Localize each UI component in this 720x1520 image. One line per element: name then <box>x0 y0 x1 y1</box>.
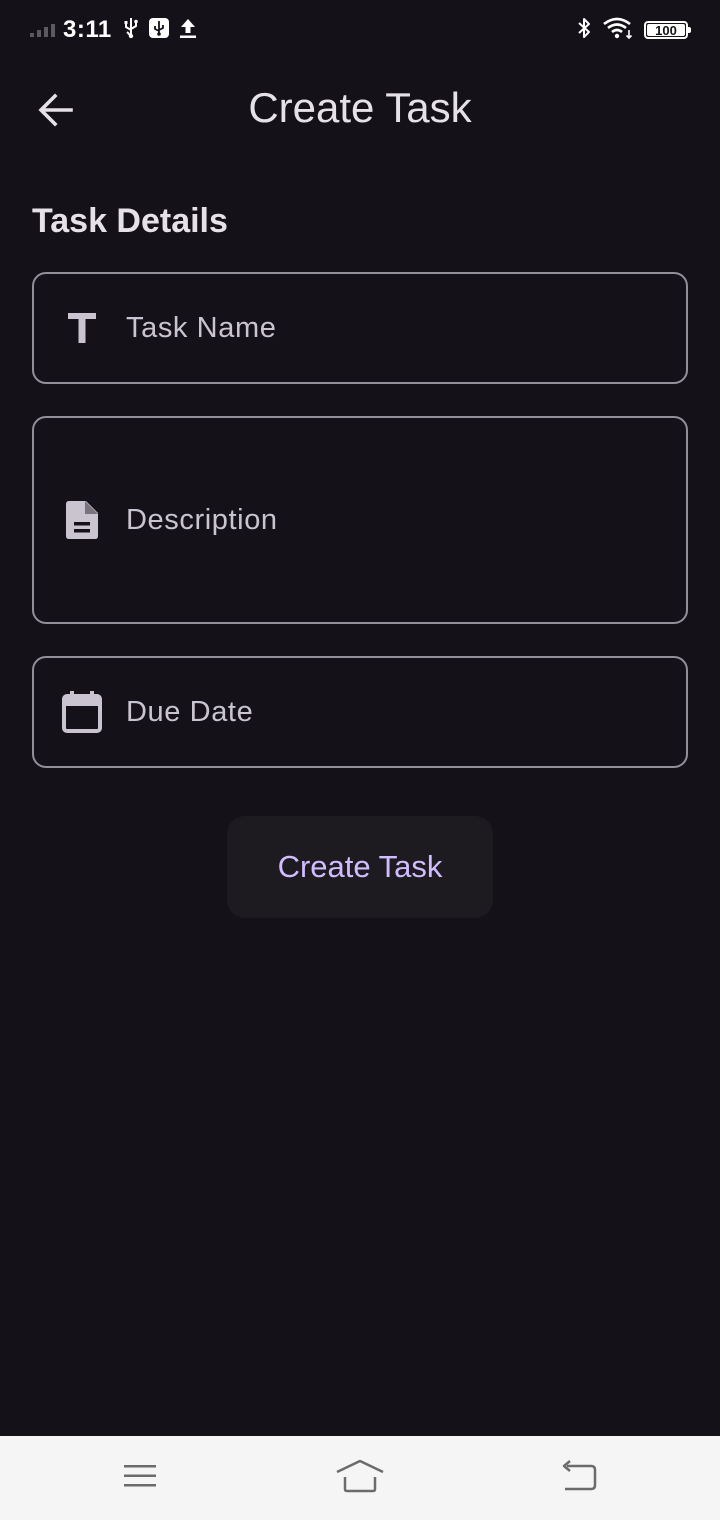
nav-menu-button[interactable] <box>110 1454 170 1502</box>
status-left: 3:11 <box>30 14 198 46</box>
task-name-placeholder: Task Name <box>126 311 277 344</box>
page-title: Create Task <box>248 84 472 131</box>
wifi-icon <box>602 16 634 45</box>
system-nav-bar <box>0 1436 720 1520</box>
task-name-field[interactable]: Task Name <box>32 272 688 384</box>
status-right: 100 <box>576 14 691 46</box>
status-bar: 3:11 100 <box>0 0 720 60</box>
app-bar: Create Task <box>0 60 720 160</box>
battery-level: 100 <box>655 22 677 38</box>
create-task-button[interactable]: Create Task <box>227 816 493 918</box>
home-icon <box>335 1459 385 1498</box>
status-notification-icons <box>122 17 198 44</box>
signal-icon <box>30 23 55 37</box>
menu-icon <box>122 1462 158 1495</box>
description-placeholder: Description <box>126 503 278 536</box>
bluetooth-icon <box>576 16 592 45</box>
back-icon <box>559 1459 599 1497</box>
due-date-field[interactable]: Due Date <box>32 656 688 768</box>
text-format-icon <box>58 304 106 352</box>
nav-home-button[interactable] <box>330 1454 390 1502</box>
calendar-icon <box>58 688 106 736</box>
battery-icon: 100 <box>644 21 691 39</box>
description-field[interactable]: Description <box>32 416 688 624</box>
section-title: Task Details <box>32 202 228 240</box>
due-date-placeholder: Due Date <box>126 695 254 728</box>
upload-icon <box>178 17 198 44</box>
status-time: 3:11 <box>63 16 112 43</box>
nav-back-button[interactable] <box>549 1454 609 1502</box>
usb-debug-icon <box>148 17 170 44</box>
document-icon <box>58 496 106 544</box>
usb-icon <box>122 17 140 44</box>
